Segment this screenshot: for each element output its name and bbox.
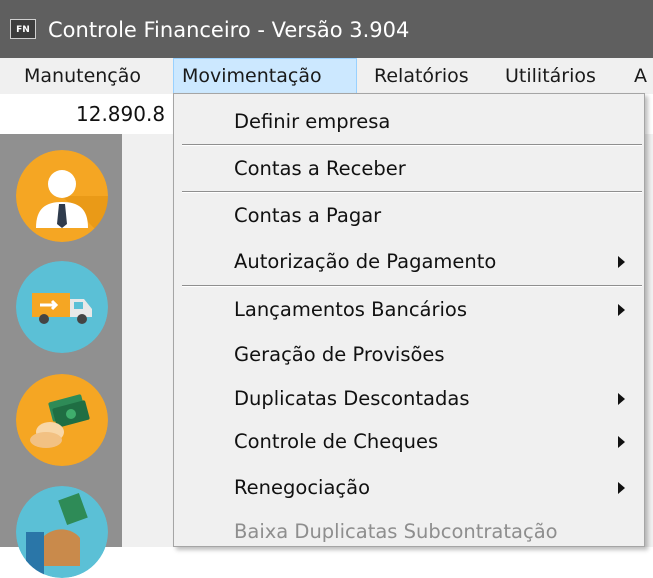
user-icon[interactable] [16,150,108,242]
submenu-arrow-icon [618,304,625,316]
menu-item-autorizacao-pagamento[interactable]: Autorização de Pagamento [174,242,644,282]
menu-item-label: Controle de Cheques [234,430,439,453]
menu-separator [182,285,642,287]
app-icon: FN [10,19,36,39]
menu-utilitarios[interactable]: Utilitários [497,58,604,94]
menu-separator [182,191,642,193]
menu-item-renegociacao[interactable]: Renegociação [174,468,644,508]
sidebar [0,134,122,578]
menu-ajuda[interactable]: A [626,58,653,94]
menu-item-label: Contas a Receber [234,157,406,180]
menu-item-label: Definir empresa [234,110,391,133]
title-bar: FN Controle Financeiro - Versão 3.904 [0,0,653,58]
submenu-arrow-icon [618,482,625,494]
movimentacao-dropdown: Definir empresa Contas a Receber Contas … [173,93,645,547]
menu-item-contas-receber[interactable]: Contas a Receber [174,149,644,189]
money-icon[interactable] [16,374,108,466]
menu-separator [182,144,642,146]
menu-manutencao[interactable]: Manutenção [16,58,149,94]
delivery-truck-icon[interactable] [16,261,108,353]
menu-item-geracao-provisoes[interactable]: Geração de Provisões [174,335,644,375]
menu-item-label: Geração de Provisões [234,343,445,366]
menu-bar: Manutenção Movimentação Relatórios Utili… [0,58,653,94]
menu-item-definir-empresa[interactable]: Definir empresa [174,102,644,142]
window-title: Controle Financeiro - Versão 3.904 [48,18,410,42]
menu-item-duplicatas-descontadas[interactable]: Duplicatas Descontadas [174,379,644,419]
menu-item-label: Duplicatas Descontadas [234,387,470,410]
submenu-arrow-icon [618,256,625,268]
menu-item-label: Lançamentos Bancários [234,298,468,321]
menu-item-baixa-duplicatas-subcontratacao: Baixa Duplicatas Subcontratação [174,512,644,552]
money-hand-icon[interactable] [16,486,108,578]
menu-item-label: Baixa Duplicatas Subcontratação [234,520,558,543]
submenu-arrow-icon [618,436,625,448]
menu-item-label: Renegociação [234,476,371,499]
menu-item-contas-pagar[interactable]: Contas a Pagar [174,196,644,236]
menu-relatorios[interactable]: Relatórios [366,58,477,94]
submenu-arrow-icon [618,393,625,405]
menu-movimentacao[interactable]: Movimentação [173,58,357,94]
menu-item-controle-cheques[interactable]: Controle de Cheques [174,422,644,462]
menu-item-label: Autorização de Pagamento [234,250,497,273]
menu-item-lancamentos-bancarios[interactable]: Lançamentos Bancários [174,290,644,330]
menu-item-label: Contas a Pagar [234,204,382,227]
balance-value: 12.890.8 [76,102,166,126]
